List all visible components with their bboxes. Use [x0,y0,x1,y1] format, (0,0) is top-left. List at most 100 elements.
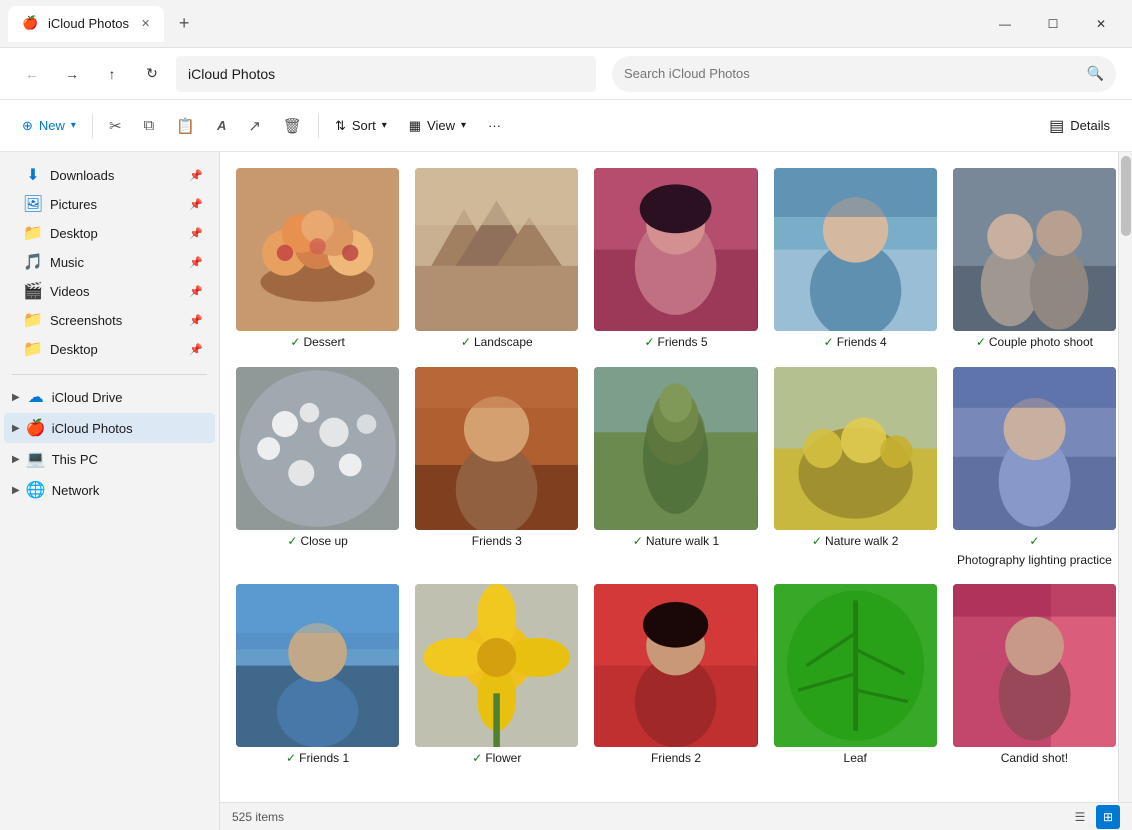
scrollbar-thumb[interactable] [1121,156,1131,236]
network-icon: 🌐 [26,480,46,500]
search-bar: 🔍 [612,56,1116,92]
up-button[interactable]: ↑ [96,58,128,90]
back-button[interactable]: ← [16,58,48,90]
list-item[interactable]: ✓ Landscape [415,168,578,351]
details-button[interactable]: ▤ Details [1039,108,1120,144]
list-item[interactable]: ✓ Nature walk 1 [594,367,757,568]
copy-button[interactable]: ⧉ [134,108,165,144]
pin-icon: 📌 [189,227,203,240]
view-button[interactable]: ▦ View ▾ [399,108,476,144]
active-tab[interactable]: 🍎 iCloud Photos ✕ [8,6,164,42]
toolbar-separator-1 [92,114,93,138]
address-bar[interactable]: iCloud Photos [176,56,596,92]
photo-thumbnail [953,367,1116,530]
search-input[interactable] [624,66,1079,81]
photo-label: Leaf [844,751,867,767]
quick-access-section: ⬇ Downloads 📌 🖼 Pictures 📌 📁 Desktop 📌 🎵… [0,160,219,364]
sidebar-item-desktop2[interactable]: 📁 Desktop 📌 [4,335,215,363]
list-item[interactable]: ✓ Friends 5 [594,168,757,351]
sidebar-item-downloads[interactable]: ⬇ Downloads 📌 [4,161,215,189]
list-item[interactable]: ✓ Friends 1 [236,584,399,767]
new-tab-button[interactable]: + [168,8,200,40]
photo-label: ✓ Nature walk 1 [633,534,719,550]
minimize-button[interactable]: — [982,8,1028,40]
list-item[interactable]: ✓ Friends 4 [774,168,937,351]
list-item[interactable]: Leaf [774,584,937,767]
list-item[interactable]: ✓ Dessert [236,168,399,351]
scrollbar[interactable] [1118,152,1132,802]
list-item[interactable]: Friends 2 [594,584,757,767]
grid-view-button[interactable]: ⊞ [1096,805,1120,829]
check-icon: ✓ [976,335,986,351]
icloud-drive-icon: ☁ [26,387,46,407]
new-dropdown-icon: ▾ [71,120,76,131]
desktop2-icon: 📁 [24,340,42,358]
photo-label: ✓ Photography lighting practice [953,534,1116,568]
tab-close-button[interactable]: ✕ [141,17,150,30]
list-item[interactable]: Friends 3 [415,367,578,568]
photo-thumbnail [236,584,399,747]
new-button[interactable]: ⊕ New ▾ [12,108,86,144]
sidebar-group-icloud-drive[interactable]: ▶ ☁ iCloud Drive [4,382,215,412]
delete-button[interactable]: 🗑 [273,108,312,144]
cut-button[interactable]: ✂ [99,108,132,144]
items-count: 525 items [232,810,284,824]
photo-thumbnail [774,584,937,747]
pin-icon: 📌 [189,285,203,298]
search-icon[interactable]: 🔍 [1087,65,1104,82]
list-view-button[interactable]: ☰ [1068,805,1092,829]
photo-thumbnail [594,584,757,747]
list-item[interactable]: ✓ Close up [236,367,399,568]
photo-label: ✓ Couple photo shoot [976,335,1093,351]
group-label: iCloud Photos [52,421,133,436]
sidebar-item-videos[interactable]: 🎬 Videos 📌 [4,277,215,305]
photo-label: ✓ Landscape [461,335,533,351]
status-bar: 525 items ☰ ⊞ [220,802,1132,830]
sidebar-group-network[interactable]: ▶ 🌐 Network [4,475,215,505]
share-icon: ↗ [248,117,261,135]
sidebar-item-music[interactable]: 🎵 Music 📌 [4,248,215,276]
check-icon: ✓ [812,534,822,550]
close-button[interactable]: ✕ [1078,8,1124,40]
list-item[interactable]: Candid shot! [953,584,1116,767]
photo-thumbnail [594,367,757,530]
main-area: ⬇ Downloads 📌 🖼 Pictures 📌 📁 Desktop 📌 🎵… [0,152,1132,830]
sort-button[interactable]: ⇅ Sort ▾ [325,108,397,144]
list-item[interactable]: ✓ Couple photo shoot [953,168,1116,351]
tab-label: iCloud Photos [48,16,129,31]
pictures-icon: 🖼 [24,195,42,213]
view-label: View [427,118,455,133]
photo-thumbnail [594,168,757,331]
check-icon: ✓ [633,534,643,550]
expand-icon: ▶ [12,423,20,434]
paste-button[interactable]: 📋 [166,108,205,144]
expand-icon: ▶ [12,485,20,496]
window-controls: — ☐ ✕ [982,8,1124,40]
group-label: iCloud Drive [52,390,123,405]
sidebar-item-screenshots[interactable]: 📁 Screenshots 📌 [4,306,215,334]
forward-button[interactable]: → [56,58,88,90]
photo-label: ✓ Dessert [290,335,344,351]
rename-button[interactable]: A [207,108,236,144]
cut-icon: ✂ [109,117,122,135]
more-button[interactable]: ··· [478,108,511,144]
list-item[interactable]: ✓ Photography lighting practice [953,367,1116,568]
photo-thumbnail [415,367,578,530]
refresh-button[interactable]: ↻ [136,58,168,90]
check-icon: ✓ [1029,534,1039,550]
titlebar: 🍎 iCloud Photos ✕ + — ☐ ✕ [0,0,1132,48]
sidebar-item-desktop[interactable]: 📁 Desktop 📌 [4,219,215,247]
pin-icon: 📌 [189,256,203,269]
sort-dropdown-icon: ▾ [382,120,387,131]
check-icon: ✓ [644,335,654,351]
maximize-button[interactable]: ☐ [1030,8,1076,40]
sidebar-group-this-pc[interactable]: ▶ 💻 This PC [4,444,215,474]
photo-grid: ✓ Dessert [236,168,1116,767]
sidebar: ⬇ Downloads 📌 🖼 Pictures 📌 📁 Desktop 📌 🎵… [0,152,220,830]
list-item[interactable]: ✓ Nature walk 2 [774,367,937,568]
sidebar-group-icloud-photos[interactable]: ▶ 🍎 iCloud Photos [4,413,215,443]
list-item[interactable]: ✓ Flower [415,584,578,767]
details-label: Details [1070,118,1110,133]
share-button[interactable]: ↗ [238,108,271,144]
sidebar-item-pictures[interactable]: 🖼 Pictures 📌 [4,190,215,218]
